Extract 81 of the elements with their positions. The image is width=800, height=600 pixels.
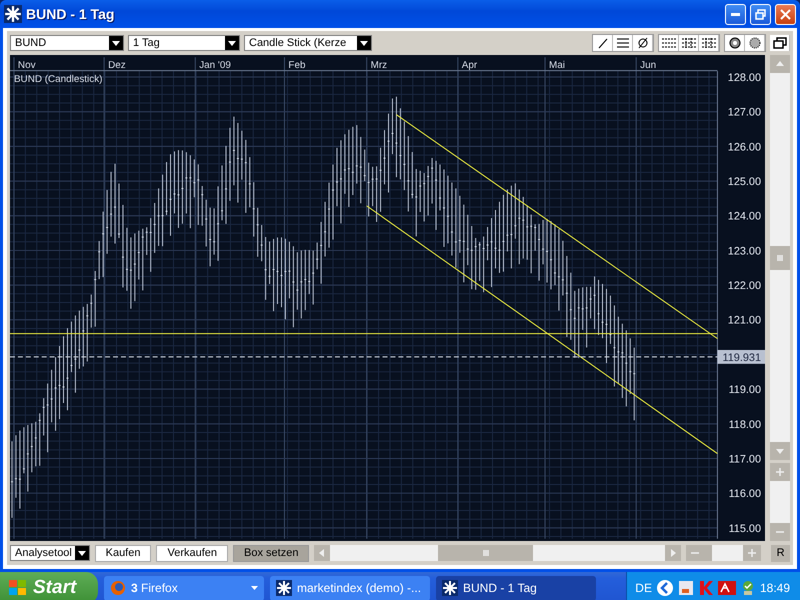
scroll-thumb[interactable]	[770, 246, 790, 270]
action-button[interactable]: Verkaufen	[156, 544, 228, 562]
clock: 18:49	[760, 581, 790, 595]
app-icon	[4, 5, 22, 23]
scroll-thumb[interactable]	[438, 545, 534, 561]
circle-icon	[748, 37, 760, 49]
window-title: BUND - 1 Tag	[26, 6, 116, 22]
grid-icon	[660, 37, 676, 49]
plus-icon	[775, 467, 785, 477]
grid-icon	[680, 37, 696, 49]
price-label: 126.00	[728, 141, 762, 154]
dropdown[interactable]: BUND	[10, 35, 124, 51]
lines-icon	[616, 37, 630, 49]
ati-icon[interactable]	[718, 581, 736, 595]
restore-button[interactable]	[750, 4, 771, 24]
up-arrow-icon	[775, 59, 785, 69]
grip-icon	[480, 548, 491, 558]
window-icon	[772, 37, 786, 49]
caret-icon[interactable]	[225, 36, 239, 50]
minimize-button[interactable]	[725, 4, 746, 24]
close-button[interactable]	[775, 4, 796, 24]
month-label: Feb	[288, 60, 306, 72]
caret-icon	[251, 586, 258, 590]
price-label: 121.00	[728, 314, 762, 327]
month-label: Mai	[549, 60, 565, 72]
trend-line[interactable]	[366, 205, 718, 454]
month-label: Dez	[108, 60, 126, 72]
month-label: Apr	[462, 60, 478, 72]
series-label: BUND (Candlestick)	[14, 74, 102, 85]
month-label: Mrz	[370, 60, 388, 72]
price-label: 124.00	[728, 210, 762, 223]
minimize-icon	[731, 12, 740, 16]
window-button[interactable]	[770, 35, 790, 51]
plus-icon	[747, 548, 758, 558]
restore-icon	[755, 8, 766, 20]
reset-button[interactable]: R	[771, 544, 790, 562]
action-button[interactable]: Box setzen	[233, 544, 310, 562]
month-label: Nov	[18, 60, 36, 72]
dropdown[interactable]: Analysetool	[10, 545, 90, 561]
chevron-icon[interactable]	[656, 579, 674, 597]
globe-icon	[110, 580, 126, 596]
price-label: 123.00	[728, 245, 762, 258]
grid-button[interactable]	[699, 35, 719, 51]
price-label: 127.00	[728, 106, 762, 119]
trend-line[interactable]	[396, 114, 718, 340]
taskbar-button[interactable]: marketindex (demo) -...	[270, 576, 430, 600]
dropdown[interactable]: Candle Stick (Kerze	[244, 35, 372, 51]
grid-icon	[700, 37, 716, 49]
dropdown[interactable]: 1 Tag	[128, 35, 240, 51]
caret-icon[interactable]	[74, 546, 89, 560]
language-indicator[interactable]: DE	[635, 581, 652, 595]
crossed-circle-icon	[636, 37, 648, 49]
caret-icon[interactable]	[109, 36, 123, 50]
price-label: 117.00	[728, 453, 762, 466]
horizontal-scrollbar[interactable]	[314, 545, 681, 561]
line-icon	[596, 37, 608, 49]
month-label: Jun	[640, 60, 656, 72]
price-label: 116.00	[728, 488, 762, 500]
price-label: 125.00	[728, 176, 762, 188]
taskbar-button[interactable]: BUND - 1 Tag	[436, 576, 596, 600]
taskbar-button[interactable]: 3 Firefox	[104, 576, 264, 600]
action-button[interactable]: Kaufen	[94, 544, 152, 562]
price-label: 119.00	[728, 384, 762, 396]
price-label: 128.00	[728, 72, 762, 84]
caret-icon[interactable]	[357, 36, 371, 50]
horizontal-line[interactable]	[10, 333, 718, 334]
down-arrow-icon	[775, 446, 785, 456]
circle-icon	[728, 37, 740, 49]
price-label: 115.00	[728, 522, 762, 535]
close-icon	[780, 8, 791, 20]
grid-button[interactable]	[659, 35, 679, 51]
grid-button[interactable]	[679, 35, 699, 51]
app-icon	[276, 580, 292, 596]
price-label: 118.00	[728, 418, 762, 431]
grip-icon	[775, 252, 785, 262]
price-label: 122.00	[728, 280, 762, 292]
month-label: Jan '09	[199, 60, 231, 72]
windows-logo-icon	[8, 579, 28, 597]
vertical-scrollbar[interactable]	[770, 55, 790, 460]
current-price: 119.931	[722, 352, 762, 364]
app-icon	[442, 580, 458, 596]
